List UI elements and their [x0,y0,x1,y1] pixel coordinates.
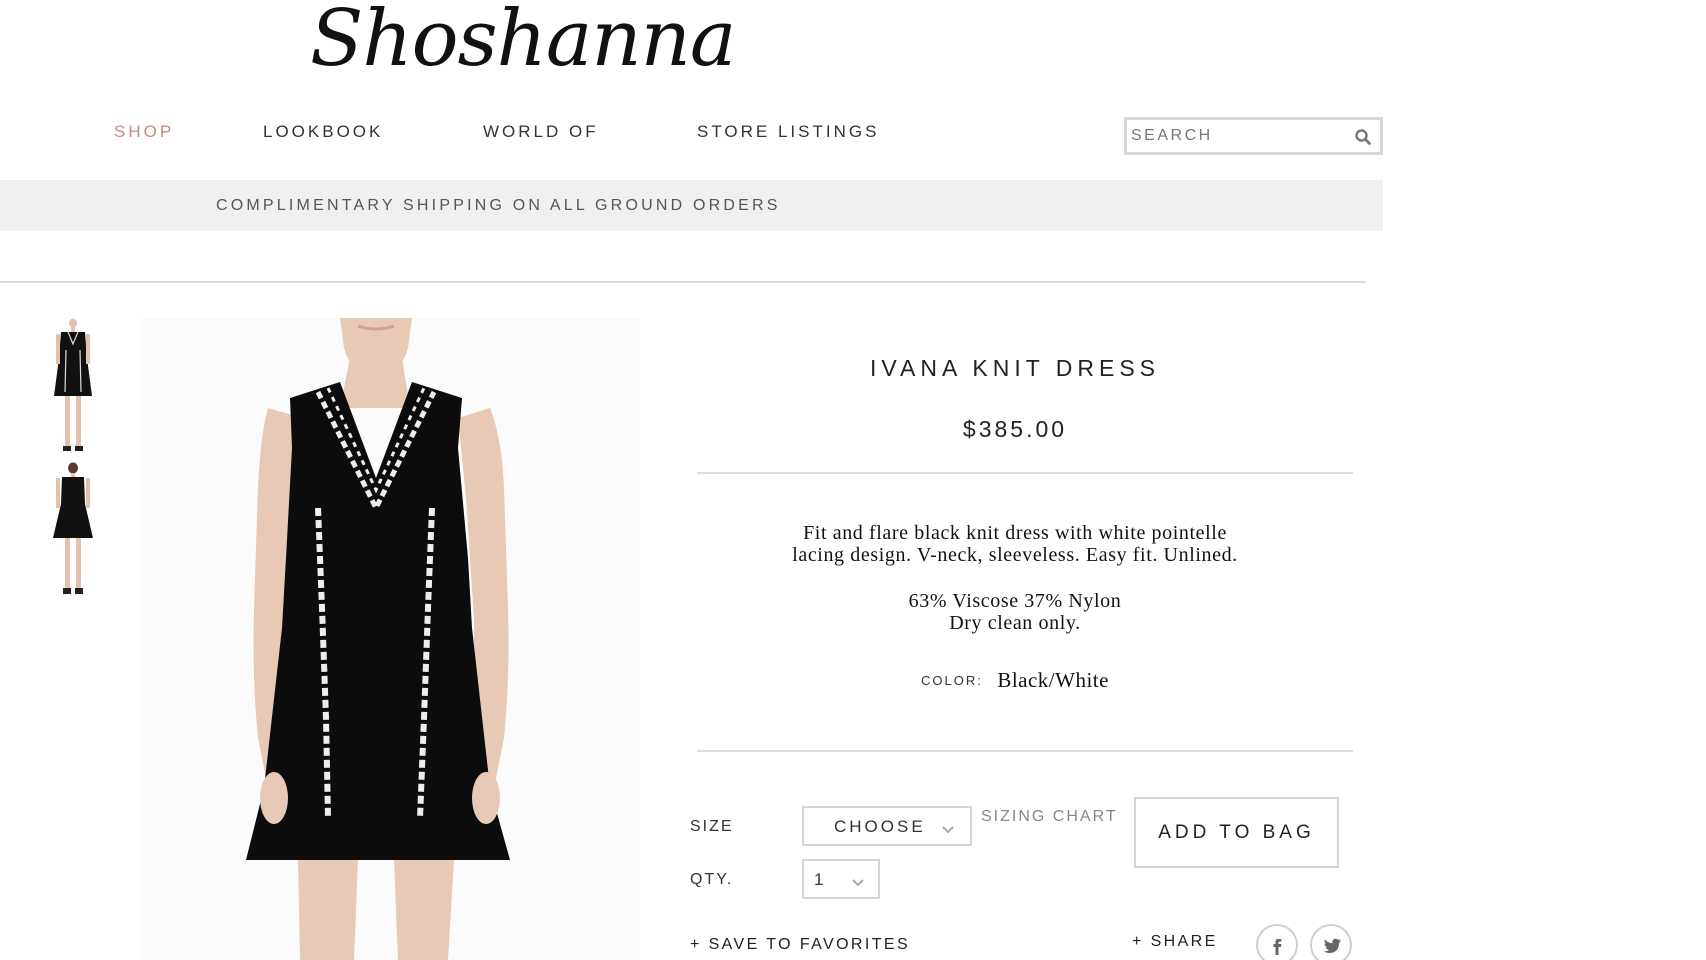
composition-text: 63% Viscose 37% Nylon [908,590,1122,612]
size-label: SIZE [690,818,734,835]
nav-item-world-of[interactable]: WORLD OF [483,122,599,142]
promo-text: COMPLIMENTARY SHIPPING ON ALL GROUND ORD… [216,197,781,214]
brand-logo-text: Shoshanna [310,0,736,84]
qty-select[interactable]: 1 [802,859,880,899]
size-select[interactable]: CHOOSE [802,806,972,846]
product-description: Fit and flare black knit dress with whit… [690,522,1340,566]
search-box [1124,117,1383,155]
color-label: COLOR: [921,673,983,688]
search-icon[interactable] [1354,128,1372,146]
care-text: Dry clean only. [949,612,1081,634]
share-label: + SHARE [1132,933,1218,950]
chevron-down-icon [852,873,864,887]
color-row: COLOR: Black/White [690,668,1340,693]
product-title: IVANA KNIT DRESS [869,355,1161,381]
description-line: lacing design. V-neck, sleeveless. Easy … [792,544,1238,566]
product-price: $385.00 [962,416,1068,442]
nav-item-lookbook[interactable]: LOOKBOOK [263,122,383,142]
nav-item-shop[interactable]: SHOP [114,122,174,142]
qty-label: QTY. [690,871,734,888]
brand-logo[interactable]: Shoshanna [310,0,736,100]
header-divider [0,281,1366,283]
nav-item-store-listings[interactable]: STORE LISTINGS [697,122,879,142]
thumbnail-back[interactable] [40,462,106,602]
facebook-icon[interactable] [1256,924,1298,960]
product-details: 63% Viscose 37% Nylon Dry clean only. [690,590,1340,634]
qty-select-value: 1 [814,870,827,889]
sizing-chart-link[interactable]: SIZING CHART [981,808,1118,826]
color-value: Black/White [997,668,1109,692]
chevron-down-icon [942,820,954,834]
add-to-bag-button[interactable]: ADD TO BAG [1134,797,1339,868]
size-select-value: CHOOSE [834,817,926,836]
thumbnail-front[interactable] [40,318,106,458]
info-divider-top [697,472,1353,474]
search-input[interactable] [1131,122,1341,150]
promo-banner: COMPLIMENTARY SHIPPING ON ALL GROUND ORD… [0,180,1383,231]
info-divider-bottom [697,750,1353,752]
description-line: Fit and flare black knit dress with whit… [803,522,1227,544]
product-main-image[interactable] [140,318,640,960]
twitter-icon[interactable] [1310,924,1352,960]
save-to-favorites-link[interactable]: + SAVE TO FAVORITES [690,936,910,954]
